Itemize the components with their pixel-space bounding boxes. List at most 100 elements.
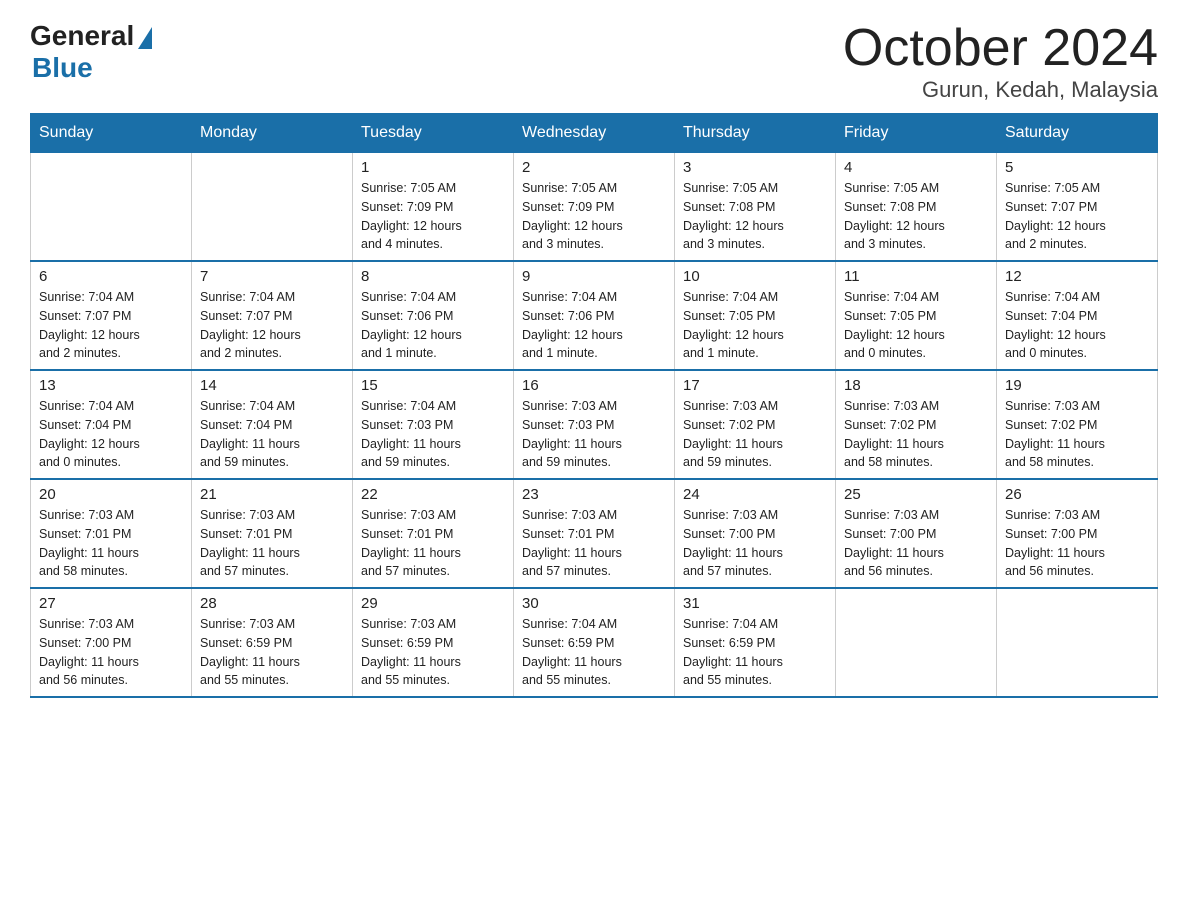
day-number: 4 <box>844 159 988 176</box>
day-info: Sunrise: 7:04 AMSunset: 7:06 PMDaylight:… <box>361 288 505 363</box>
day-number: 6 <box>39 268 183 285</box>
week-row: 27 Sunrise: 7:03 AMSunset: 7:00 PMDayligh… <box>31 588 1158 697</box>
week-row: 1 Sunrise: 7:05 AMSunset: 7:09 PMDaylight… <box>31 153 1158 262</box>
calendar-day-header: Monday <box>192 114 353 153</box>
calendar-cell: 12Sunrise: 7:04 AMSunset: 7:04 PMDayligh… <box>997 261 1158 370</box>
calendar-cell: 23 Sunrise: 7:03 AMSunset: 7:01 PMDayligh… <box>514 479 675 588</box>
day-number: 9 <box>522 268 666 285</box>
calendar-cell: 29 Sunrise: 7:03 AMSunset: 6:59 PMDayligh… <box>353 588 514 697</box>
title-block: October 2024 Gurun, Kedah, Malaysia <box>843 20 1158 103</box>
calendar-header-row: SundayMondayTuesdayWednesdayThursdayFrid… <box>31 114 1158 153</box>
day-info: Sunrise: 7:03 AMSunset: 7:02 PMDaylight:… <box>844 397 988 472</box>
calendar-day-header: Saturday <box>997 114 1158 153</box>
calendar-cell: 16Sunrise: 7:03 AMSunset: 7:03 PMDayligh… <box>514 370 675 479</box>
calendar-day-header: Wednesday <box>514 114 675 153</box>
calendar-cell <box>192 153 353 262</box>
day-number: 29 <box>361 595 505 612</box>
calendar-cell: 7 Sunrise: 7:04 AMSunset: 7:07 PMDaylight… <box>192 261 353 370</box>
page-title: October 2024 <box>843 20 1158 77</box>
calendar-cell: 13Sunrise: 7:04 AMSunset: 7:04 PMDayligh… <box>31 370 192 479</box>
logo-general-text: General <box>30 20 134 52</box>
day-info: Sunrise: 7:04 AMSunset: 6:59 PMDaylight:… <box>683 615 827 690</box>
calendar-cell: 11 Sunrise: 7:04 AMSunset: 7:05 PMDayligh… <box>836 261 997 370</box>
day-number: 2 <box>522 159 666 176</box>
day-number: 17 <box>683 377 827 394</box>
calendar-cell: 20Sunrise: 7:03 AMSunset: 7:01 PMDayligh… <box>31 479 192 588</box>
day-info: Sunrise: 7:04 AMSunset: 6:59 PMDaylight:… <box>522 615 666 690</box>
calendar-cell: 14 Sunrise: 7:04 AMSunset: 7:04 PMDayligh… <box>192 370 353 479</box>
day-info: Sunrise: 7:04 AMSunset: 7:04 PMDaylight:… <box>200 397 344 472</box>
calendar-cell: 9Sunrise: 7:04 AMSunset: 7:06 PMDaylight… <box>514 261 675 370</box>
calendar-cell: 31 Sunrise: 7:04 AMSunset: 6:59 PMDayligh… <box>675 588 836 697</box>
day-info: Sunrise: 7:03 AMSunset: 7:01 PMDaylight:… <box>361 506 505 581</box>
logo-blue-text: Blue <box>32 52 93 83</box>
day-number: 1 <box>361 159 505 176</box>
calendar-cell: 24Sunrise: 7:03 AMSunset: 7:00 PMDayligh… <box>675 479 836 588</box>
day-number: 31 <box>683 595 827 612</box>
day-info: Sunrise: 7:04 AMSunset: 7:07 PMDaylight:… <box>200 288 344 363</box>
day-number: 14 <box>200 377 344 394</box>
calendar-cell: 4 Sunrise: 7:05 AMSunset: 7:08 PMDaylight… <box>836 153 997 262</box>
calendar-cell: 10Sunrise: 7:04 AMSunset: 7:05 PMDayligh… <box>675 261 836 370</box>
calendar-day-header: Thursday <box>675 114 836 153</box>
calendar-cell: 15 Sunrise: 7:04 AMSunset: 7:03 PMDayligh… <box>353 370 514 479</box>
day-info: Sunrise: 7:03 AMSunset: 7:00 PMDaylight:… <box>844 506 988 581</box>
calendar-day-header: Friday <box>836 114 997 153</box>
day-number: 21 <box>200 486 344 503</box>
day-info: Sunrise: 7:05 AMSunset: 7:08 PMDaylight:… <box>844 179 988 254</box>
logo-triangle-icon <box>138 27 152 49</box>
day-info: Sunrise: 7:03 AMSunset: 7:02 PMDaylight:… <box>683 397 827 472</box>
day-number: 13 <box>39 377 183 394</box>
week-row: 13 Sunrise: 7:04 AMSunset: 7:04 PMDayligh… <box>31 370 1158 479</box>
day-info: Sunrise: 7:04 AMSunset: 7:05 PMDaylight:… <box>683 288 827 363</box>
day-info: Sunrise: 7:03 AMSunset: 7:00 PMDaylight:… <box>39 615 183 690</box>
day-number: 5 <box>1005 159 1149 176</box>
day-number: 27 <box>39 595 183 612</box>
logo: General Blue <box>30 20 152 84</box>
calendar-cell: 30Sunrise: 7:04 AMSunset: 6:59 PMDayligh… <box>514 588 675 697</box>
week-row: 20Sunrise: 7:03 AMSunset: 7:01 PMDayligh… <box>31 479 1158 588</box>
calendar-cell: 25 Sunrise: 7:03 AMSunset: 7:00 PMDayligh… <box>836 479 997 588</box>
day-info: Sunrise: 7:03 AMSunset: 7:02 PMDaylight:… <box>1005 397 1149 472</box>
calendar-cell: 17 Sunrise: 7:03 AMSunset: 7:02 PMDayligh… <box>675 370 836 479</box>
day-info: Sunrise: 7:03 AMSunset: 7:00 PMDaylight:… <box>1005 506 1149 581</box>
calendar-cell: 5 Sunrise: 7:05 AMSunset: 7:07 PMDaylight… <box>997 153 1158 262</box>
calendar-cell: 22 Sunrise: 7:03 AMSunset: 7:01 PMDayligh… <box>353 479 514 588</box>
day-number: 11 <box>844 268 988 285</box>
day-number: 7 <box>200 268 344 285</box>
calendar-cell: 1Sunrise: 7:05 AMSunset: 7:09 PMDaylight… <box>353 153 514 262</box>
calendar-cell: 2 Sunrise: 7:05 AMSunset: 7:09 PMDaylight… <box>514 153 675 262</box>
page-header: General Blue October 2024 Gurun, Kedah, … <box>30 20 1158 103</box>
day-info: Sunrise: 7:03 AMSunset: 6:59 PMDaylight:… <box>200 615 344 690</box>
day-number: 26 <box>1005 486 1149 503</box>
calendar-day-header: Sunday <box>31 114 192 153</box>
day-info: Sunrise: 7:03 AMSunset: 6:59 PMDaylight:… <box>361 615 505 690</box>
day-info: Sunrise: 7:03 AMSunset: 7:01 PMDaylight:… <box>39 506 183 581</box>
calendar-cell: 8Sunrise: 7:04 AMSunset: 7:06 PMDaylight… <box>353 261 514 370</box>
calendar-cell: 6Sunrise: 7:04 AMSunset: 7:07 PMDaylight… <box>31 261 192 370</box>
day-number: 24 <box>683 486 827 503</box>
day-number: 3 <box>683 159 827 176</box>
calendar-cell: 21Sunrise: 7:03 AMSunset: 7:01 PMDayligh… <box>192 479 353 588</box>
day-number: 15 <box>361 377 505 394</box>
day-info: Sunrise: 7:05 AMSunset: 7:09 PMDaylight:… <box>522 179 666 254</box>
day-number: 19 <box>1005 377 1149 394</box>
calendar-day-header: Tuesday <box>353 114 514 153</box>
day-number: 23 <box>522 486 666 503</box>
day-number: 25 <box>844 486 988 503</box>
calendar-cell <box>836 588 997 697</box>
day-info: Sunrise: 7:05 AMSunset: 7:08 PMDaylight:… <box>683 179 827 254</box>
calendar-cell: 18 Sunrise: 7:03 AMSunset: 7:02 PMDayligh… <box>836 370 997 479</box>
day-info: Sunrise: 7:04 AMSunset: 7:03 PMDaylight:… <box>361 397 505 472</box>
day-number: 22 <box>361 486 505 503</box>
calendar-cell: 27 Sunrise: 7:03 AMSunset: 7:00 PMDayligh… <box>31 588 192 697</box>
day-info: Sunrise: 7:04 AMSunset: 7:05 PMDaylight:… <box>844 288 988 363</box>
day-info: Sunrise: 7:05 AMSunset: 7:07 PMDaylight:… <box>1005 179 1149 254</box>
day-number: 28 <box>200 595 344 612</box>
day-info: Sunrise: 7:03 AMSunset: 7:03 PMDaylight:… <box>522 397 666 472</box>
week-row: 6 Sunrise: 7:04 AMSunset: 7:07 PMDaylight… <box>31 261 1158 370</box>
calendar-cell: 28 Sunrise: 7:03 AMSunset: 6:59 PMDayligh… <box>192 588 353 697</box>
day-number: 18 <box>844 377 988 394</box>
day-number: 12 <box>1005 268 1149 285</box>
day-info: Sunrise: 7:03 AMSunset: 7:01 PMDaylight:… <box>522 506 666 581</box>
